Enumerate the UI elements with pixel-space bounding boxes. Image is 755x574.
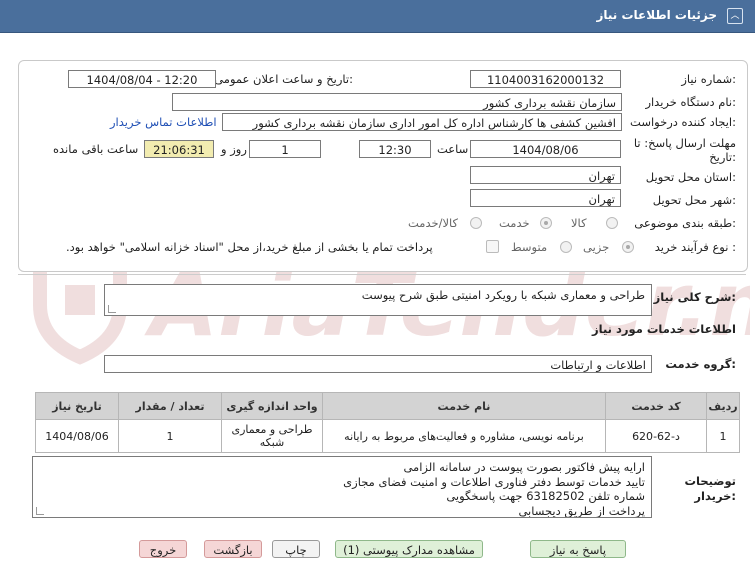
requester-label: ایجاد کننده درخواست: [630, 115, 736, 129]
col-date: تاریخ نیاز [35, 392, 119, 420]
payment-note: پرداخت تمام یا بخشی از مبلغ خرید،از محل … [66, 240, 433, 254]
cell-date: 1404/08/06 [35, 419, 119, 453]
radio-goods-service[interactable] [470, 217, 482, 229]
days-label: روز و [221, 142, 247, 156]
radio-goods-label: کالا [571, 216, 587, 230]
time-label: ساعت [437, 142, 469, 156]
province-field[interactable]: تهران [470, 166, 621, 184]
reply-button[interactable]: پاسخ به نیاز [530, 540, 626, 558]
process-label: نوع فرآیند خرید : [654, 240, 736, 254]
view-attachments-button[interactable]: مشاهده مدارک پیوستی (1) [335, 540, 483, 558]
deadline-label-date: تاریخ: [709, 150, 736, 164]
page-title: جزئیات اطلاعات نیاز [596, 8, 717, 22]
divider [18, 274, 746, 275]
buyer-org-label: نام دستگاه خریدار: [645, 95, 736, 109]
treasury-checkbox[interactable] [486, 240, 499, 253]
summary-text: طراحی و معماری شبکه با رویکرد امنیتی طبق… [361, 288, 645, 302]
radio-goods[interactable] [606, 217, 618, 229]
contact-buyer-link[interactable]: اطلاعات تماس خریدار [110, 115, 217, 129]
summary-label: شرح کلی نیاز: [653, 290, 736, 304]
col-code: کد خدمت [605, 392, 707, 420]
deadline-label: مهلت ارسال پاسخ: تا [633, 136, 736, 150]
print-button[interactable]: چاپ [272, 540, 320, 558]
buyer-note-line: تایید خدمات توسط دفتر فناوری اطلاعات و ا… [343, 474, 645, 489]
radio-minor[interactable] [622, 241, 634, 253]
city-field[interactable]: تهران [470, 189, 621, 207]
buyer-note-line: ارایه پیش فاکتور بصورت پیوست در سامانه ا… [403, 460, 645, 474]
announce-date-field[interactable]: 1404/08/04 - 12:20 [68, 70, 216, 88]
cell-name: برنامه نویسی، مشاوره و فعالیت‌های مربوط … [322, 419, 606, 453]
radio-medium[interactable] [560, 241, 572, 253]
chevron-up-icon[interactable]: ︿ [727, 8, 743, 24]
cell-qty: 1 [118, 419, 222, 453]
remaining-label: ساعت باقی مانده [53, 142, 139, 156]
exit-button[interactable]: خروج [139, 540, 187, 558]
cell-code: د-62-620 [605, 419, 707, 453]
deadline-time-field[interactable]: 12:30 [359, 140, 431, 158]
buyer-notes-label: توضیحات [684, 474, 737, 488]
province-label: استان محل تحویل: [645, 170, 736, 184]
resize-handle-icon[interactable] [108, 305, 116, 313]
radio-minor-label: جزیی [583, 240, 610, 254]
cell-unit: طراحی و معماری شبکه [221, 419, 323, 453]
col-qty: تعداد / مقدار [118, 392, 222, 420]
radio-medium-label: متوسط [511, 240, 548, 254]
buyer-note-line: پرداخت از طریق دیجسابی [518, 503, 645, 518]
back-button[interactable]: بازگشت [204, 540, 262, 558]
services-table: ردیف کد خدمت نام خدمت واحد اندازه گیری ت… [35, 392, 740, 453]
remaining-time-field[interactable]: 21:06:31 [144, 140, 214, 158]
radio-goods-service-label: کالا/خدمت [408, 216, 459, 230]
title-bar: جزئیات اطلاعات نیاز ︿ [0, 0, 755, 33]
category-label: طبقه بندی موضوعی: [634, 216, 736, 230]
announce-date-label: تاریخ و ساعت اعلان عمومی: [214, 72, 353, 86]
group-label: گروه خدمت: [665, 357, 736, 371]
radio-service-label: خدمت [499, 216, 530, 230]
buyer-note-line: شماره تلفن 63182502 جهت پاسخگویی [446, 489, 645, 503]
deadline-date-field[interactable]: 1404/08/06 [470, 140, 621, 158]
col-name: نام خدمت [322, 392, 606, 420]
services-title: اطلاعات خدمات مورد نیاز [592, 322, 736, 336]
resize-handle-icon[interactable] [36, 507, 44, 515]
group-field[interactable]: اطلاعات و ارتباطات [104, 355, 652, 373]
city-label: شهر محل تحویل: [652, 193, 736, 207]
table-header-row: ردیف کد خدمت نام خدمت واحد اندازه گیری ت… [35, 392, 740, 420]
col-row: ردیف [706, 392, 740, 420]
radio-service[interactable] [540, 217, 552, 229]
days-field[interactable]: 1 [249, 140, 321, 158]
table-row: 1 د-62-620 برنامه نویسی، مشاوره و فعالیت… [35, 419, 740, 453]
col-unit: واحد اندازه گیری [221, 392, 323, 420]
requester-field[interactable]: افشین کشفی ها کارشناس اداره کل امور ادار… [222, 113, 622, 131]
cell-row: 1 [706, 419, 740, 453]
buyer-notes-field[interactable]: ارایه پیش فاکتور بصورت پیوست در سامانه ا… [32, 456, 652, 518]
buyer-org-field[interactable]: سازمان نقشه برداری کشور [172, 93, 622, 111]
buyer-notes-label-2: خریدار: [694, 489, 736, 503]
need-number-field[interactable]: 1104003162000132 [470, 70, 621, 88]
need-number-label: شماره نیاز: [681, 72, 736, 86]
summary-field[interactable]: طراحی و معماری شبکه با رویکرد امنیتی طبق… [104, 284, 652, 316]
